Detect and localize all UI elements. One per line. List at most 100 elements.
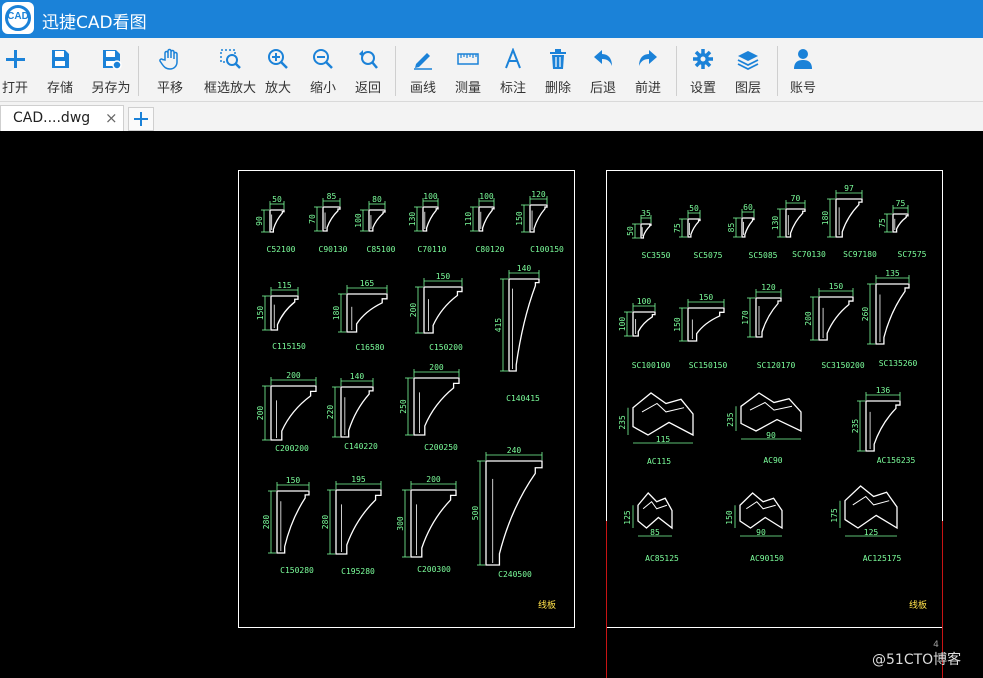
- dimension-text: 100: [637, 297, 652, 306]
- part-label-left: C85100: [367, 245, 396, 254]
- dimension-text: 235: [618, 415, 627, 430]
- profile-outline: [410, 489, 457, 558]
- dimension-text: 175: [830, 508, 839, 523]
- dimension-text: 220: [326, 405, 335, 420]
- part-label-right: AC85125: [645, 554, 679, 563]
- save-button[interactable]: 存储: [32, 38, 88, 102]
- drawing-canvas[interactable]: 50 90 85 70 80 100 100 130 100 110 120 150 115 150 165…: [0, 131, 983, 678]
- new-tab-button[interactable]: [128, 107, 154, 131]
- layers-icon: [737, 51, 759, 70]
- corner-profile: 90 235: [726, 392, 802, 440]
- dimension-text: 97: [844, 184, 854, 193]
- gear-icon: [693, 49, 713, 69]
- dimension-text: 150: [436, 272, 451, 281]
- zoom-window-icon: [220, 49, 241, 69]
- profile-outline: [413, 377, 460, 436]
- cad-drawing: 50 90 85 70 80 100 100 130 100 110 120 150 115 150 165…: [238, 170, 943, 678]
- cornice-profile: 100 110: [464, 192, 495, 232]
- cornice-profile: 100 130: [408, 192, 439, 232]
- dimension-text: 280: [321, 515, 330, 530]
- dimension-text: 60: [743, 203, 753, 212]
- tab-close-icon[interactable]: ×: [105, 109, 118, 127]
- profile-outline: [346, 293, 388, 333]
- dimension-text: 235: [726, 412, 735, 427]
- layers-button[interactable]: 图层: [720, 38, 776, 102]
- profile-inner-line: [852, 495, 890, 506]
- cornice-profile: 150 200: [804, 282, 854, 341]
- cornice-profile: 35 50: [626, 209, 652, 239]
- dimension-text: 250: [399, 399, 408, 414]
- profile-outline: [632, 311, 656, 337]
- profile-inner-line: [642, 501, 668, 510]
- dimension-text: 120: [761, 283, 776, 292]
- cornice-profile: 80 100: [354, 195, 386, 232]
- dimension-text: 125: [623, 510, 632, 525]
- dimension-text: 75: [878, 218, 887, 228]
- part-label-left: C90130: [319, 245, 348, 254]
- redo-button[interactable]: 前进: [620, 38, 676, 102]
- dimension-text: 150: [699, 293, 714, 302]
- cornice-profile: 70 130: [771, 194, 806, 238]
- part-label-right: AC115: [647, 457, 671, 466]
- part-label-left: C140220: [344, 442, 378, 451]
- toolbar: 打开 存储 另存为 平移 框选放大 放大 缩小 返回 画线 测量 标注 删除 后…: [0, 38, 983, 102]
- profile-outline: [322, 206, 341, 232]
- cornice-profile: 200 250: [399, 363, 460, 436]
- cornice-profile: 97 180: [821, 184, 863, 238]
- part-label-right: AC90: [763, 456, 782, 465]
- dimension-text: 200: [409, 303, 418, 318]
- part-label-right: SC5075: [694, 251, 723, 260]
- profile-outline: [632, 392, 694, 437]
- profile-outline: [785, 208, 806, 238]
- profile-outline: [335, 489, 382, 555]
- zoom-back-button[interactable]: 返回: [340, 38, 396, 102]
- dimension-text: 50: [626, 226, 635, 236]
- part-label-left: C200200: [275, 444, 309, 453]
- profile-outline: [892, 213, 909, 233]
- dimension-text: 200: [804, 311, 813, 326]
- dimension-text: 150: [673, 317, 682, 332]
- cornice-profile: 200 200: [256, 371, 317, 441]
- part-label-right: SC7575: [898, 250, 927, 259]
- plus-icon: [6, 50, 25, 68]
- cornice-profile: 200 300: [396, 475, 457, 558]
- redo-icon: [639, 50, 657, 66]
- cornice-profile: 50 75: [673, 204, 701, 238]
- part-label-left: C115150: [272, 342, 306, 351]
- profile-outline: [422, 206, 439, 232]
- text-annotation-icon: [505, 48, 521, 69]
- profile-outline: [844, 485, 898, 530]
- dimension-text: 90: [766, 431, 776, 440]
- profile-outline: [687, 307, 725, 342]
- save-as-button[interactable]: 另存为: [83, 38, 139, 102]
- trash-icon: [550, 49, 566, 69]
- dimension-text: 100: [423, 192, 438, 201]
- document-tab[interactable]: CAD....dwg ×: [0, 105, 124, 131]
- profile-outline: [865, 400, 901, 452]
- dimension-text: 70: [791, 194, 801, 203]
- dimension-text: 200: [426, 475, 441, 484]
- dimension-text: 150: [256, 306, 265, 321]
- cornice-profile: 140 415: [494, 264, 540, 372]
- cornice-profile: 120 170: [741, 283, 782, 338]
- cornice-profile: 100 100: [618, 297, 656, 337]
- dimension-text: 180: [821, 211, 830, 226]
- profile-outline: [485, 460, 543, 566]
- account-button[interactable]: 账号: [775, 38, 831, 102]
- part-label-right: SC3150200: [821, 361, 865, 370]
- dimension-text: 165: [360, 279, 375, 288]
- part-label-left: C200250: [424, 443, 458, 452]
- profile-outline: [875, 283, 910, 345]
- dimension-text: 130: [408, 212, 417, 227]
- part-label-left: C195280: [341, 567, 375, 576]
- corner-profile: 90 150: [725, 492, 783, 537]
- part-label-right: SC70130: [792, 250, 826, 259]
- dimension-text: 130: [771, 216, 780, 231]
- dimension-text: 120: [531, 190, 546, 199]
- dimension-text: 110: [464, 212, 473, 227]
- app-logo-icon: CAD: [2, 2, 34, 34]
- profile-outline: [276, 490, 310, 554]
- dimension-text: 85: [650, 528, 660, 537]
- pan-button[interactable]: 平移: [142, 38, 198, 102]
- zoom-back-icon: [359, 50, 378, 69]
